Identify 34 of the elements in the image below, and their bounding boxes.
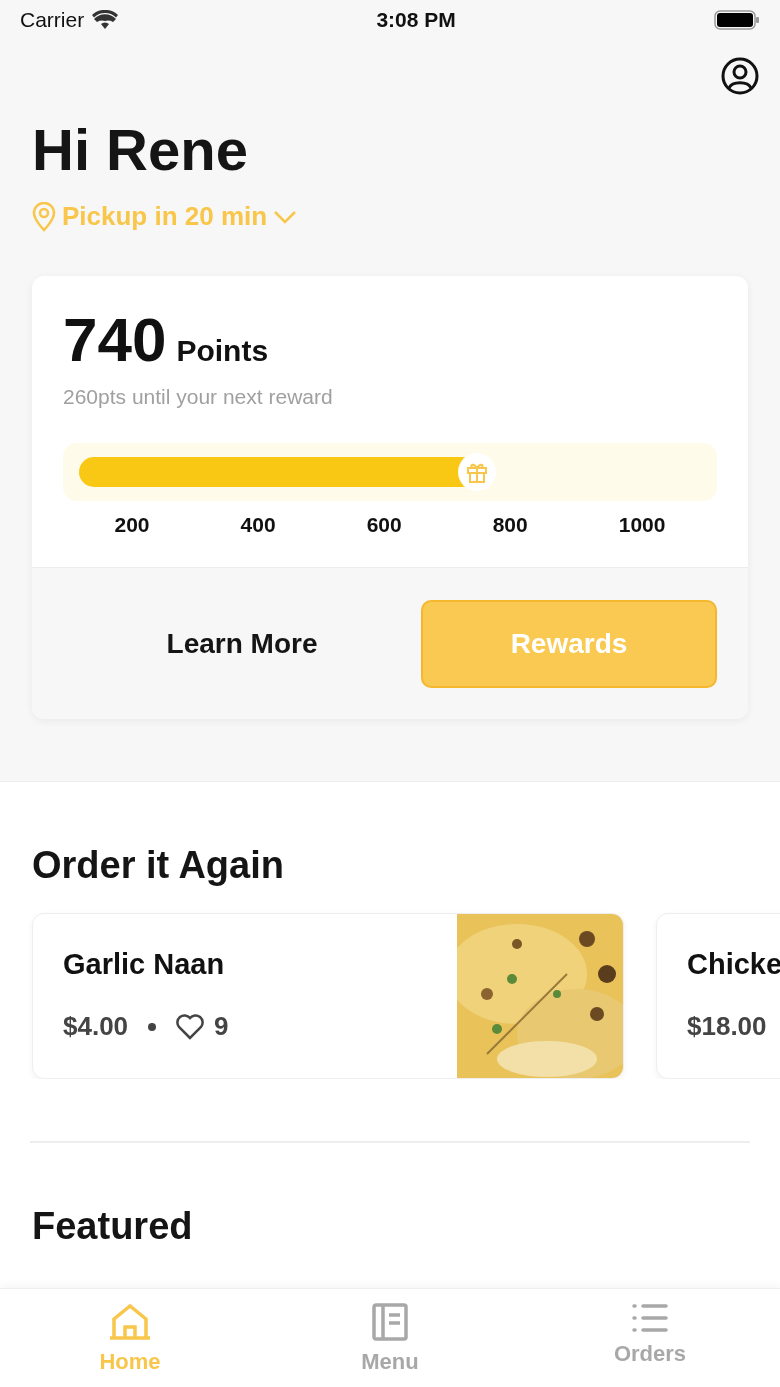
clock: 3:08 PM — [376, 8, 456, 32]
greeting: Hi Rene — [32, 116, 249, 183]
battery-icon — [714, 9, 760, 31]
learn-more-button[interactable]: Learn More — [63, 628, 421, 660]
item-price: $18.00 — [687, 1011, 767, 1042]
tick-label: 600 — [366, 513, 402, 537]
tick-label: 400 — [240, 513, 276, 537]
points-value: 740 — [63, 304, 167, 375]
like-count: 9 — [214, 1011, 229, 1042]
points-label: Points — [176, 334, 269, 368]
tab-item[interactable]: Home — [0, 1289, 260, 1387]
book-icon — [372, 1303, 408, 1341]
tab-item[interactable]: Orders — [520, 1289, 780, 1387]
tick-label: 800 — [492, 513, 528, 537]
item-name: Garlic Naan — [63, 948, 226, 981]
section-title: Order it Again — [32, 844, 285, 887]
section-title: Featured — [32, 1205, 194, 1248]
rewards-button[interactable]: Rewards — [421, 600, 717, 688]
tick-label: 200 — [114, 513, 150, 537]
heart-icon[interactable] — [176, 1013, 205, 1040]
location-pin-icon — [32, 201, 56, 232]
reward-subtitle: 260pts until your next reward — [63, 385, 334, 409]
dot-icon — [148, 1022, 157, 1031]
wifi-icon — [92, 10, 119, 30]
list-icon — [632, 1303, 668, 1333]
order-card[interactable]: Garlic Naan $4.00 9 — [32, 913, 624, 1079]
chevron-down-icon — [273, 209, 298, 224]
carrier-label: Carrier — [20, 8, 85, 32]
tab-item[interactable]: Menu — [260, 1289, 520, 1387]
pickup-selector[interactable]: Pickup in 20 min — [32, 201, 298, 232]
tick-label: 1000 — [618, 513, 666, 537]
item-price: $4.00 — [63, 1011, 129, 1042]
profile-icon[interactable] — [720, 56, 760, 96]
home-icon — [108, 1303, 152, 1341]
